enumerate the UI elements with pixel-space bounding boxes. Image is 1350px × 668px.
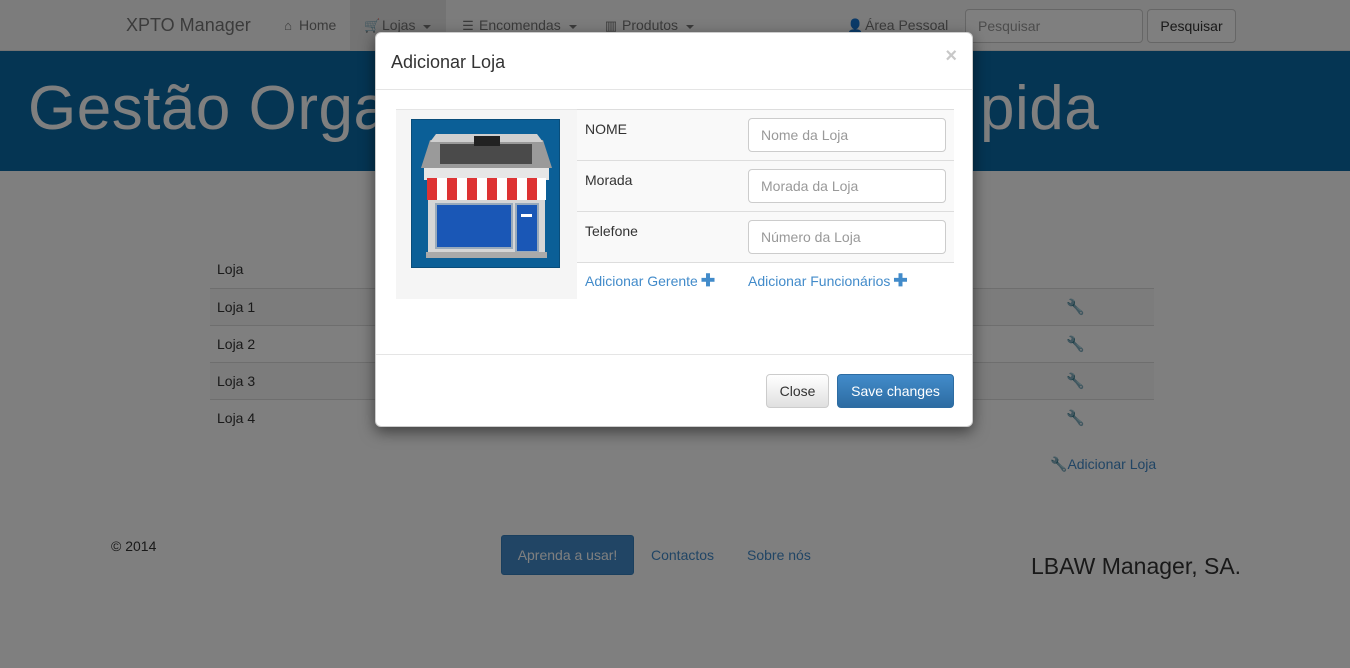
modal-header: Adicionar Loja × — [376, 33, 972, 90]
modal-links-row: Adicionar Gerente ✚ Adicionar Funcionári… — [577, 262, 954, 298]
phone-label: Telefone — [585, 223, 638, 239]
add-employees-link[interactable]: Adicionar Funcionários ✚ — [748, 271, 908, 290]
modal-footer: Close Save changes — [376, 354, 972, 427]
store-phone-field[interactable] — [748, 220, 946, 254]
form-row-address: Morada — [577, 160, 954, 211]
store-image-cell — [396, 109, 577, 299]
modal-title: Adicionar Loja — [391, 52, 506, 72]
save-button[interactable]: Save changes — [837, 374, 954, 408]
close-button[interactable]: Close — [766, 374, 829, 408]
name-label: NOME — [585, 121, 627, 137]
form-row-phone: Telefone — [577, 211, 954, 262]
plus-icon: ✚ — [700, 271, 716, 290]
address-label: Morada — [585, 172, 633, 188]
add-manager-label: Adicionar Gerente — [585, 273, 698, 289]
add-store-modal: Adicionar Loja × NOME Nome da Loja Morad… — [375, 32, 973, 427]
store-name-field[interactable] — [748, 118, 946, 152]
form-row-name: NOME — [577, 109, 954, 160]
add-manager-link[interactable]: Adicionar Gerente ✚ — [585, 271, 716, 290]
modal-body: NOME Morada Telefone Adicionar Gerente ✚… — [376, 91, 972, 354]
store-icon — [411, 119, 560, 268]
store-address-field[interactable] — [748, 169, 946, 203]
close-icon[interactable]: × — [945, 45, 957, 68]
add-employees-label: Adicionar Funcionários — [748, 273, 891, 289]
plus-icon: ✚ — [893, 271, 908, 290]
